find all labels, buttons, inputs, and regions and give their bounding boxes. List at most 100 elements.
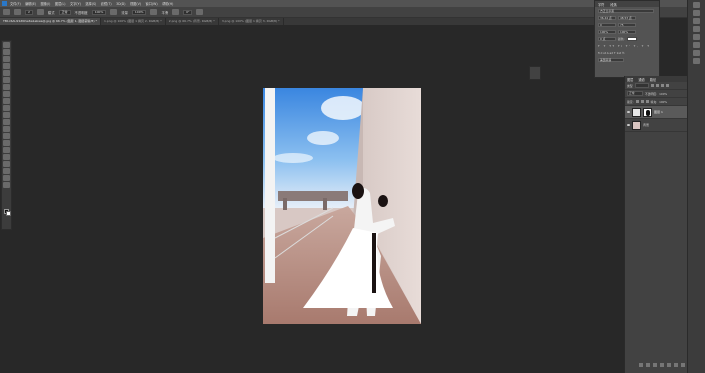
baseline-shift-field[interactable]: 0 点 [598, 36, 616, 41]
visibility-eye-icon[interactable] [627, 124, 630, 126]
tab-document-4[interactable]: 3.png @ 100% (图层 1 拷贝 3, RGB/8) * [218, 18, 284, 25]
language-select[interactable]: 美国英语 [598, 57, 624, 62]
tracking-field[interactable]: 0 [598, 22, 616, 27]
lock-pixels-icon[interactable] [635, 100, 639, 103]
tab-document-1[interactable]: TB1c6AU21ZKhw6a1ebwa@.jpg @ 66.7% (图层 1,… [0, 18, 101, 25]
horizontal-scale-field[interactable]: 100% [618, 29, 636, 34]
airbrush-icon[interactable] [150, 9, 158, 15]
history-panel-icon[interactable] [693, 2, 700, 8]
tab-character[interactable]: 字符 [598, 2, 604, 7]
menu-file[interactable]: 文件(F) [10, 1, 21, 6]
move-tool-icon[interactable] [3, 42, 10, 48]
kerning-field[interactable]: 75 [618, 22, 636, 27]
layer-mask-thumbnail[interactable] [643, 107, 652, 117]
eyedropper-tool-icon[interactable] [3, 77, 10, 83]
menu-layer[interactable]: 图层(L) [55, 1, 66, 6]
adjustment-layer-icon[interactable] [660, 363, 664, 367]
menu-view[interactable]: 视图(V) [130, 1, 141, 6]
delete-layer-icon[interactable] [681, 363, 685, 367]
menu-window[interactable]: 窗口(W) [146, 1, 158, 6]
menu-filter[interactable]: 滤镜(T) [101, 1, 112, 6]
add-mask-icon[interactable] [653, 363, 657, 367]
new-group-icon[interactable] [667, 363, 671, 367]
flow-field[interactable]: 100% [131, 9, 147, 15]
tab-document-2[interactable]: 1.png @ 100% (图层 1 拷贝 2, RGB/8) * [100, 18, 166, 25]
healing-brush-tool-icon[interactable] [3, 84, 10, 90]
character-panel-icon[interactable] [693, 58, 700, 64]
adjustments-panel-icon[interactable] [693, 18, 700, 24]
marquee-tool-icon[interactable] [3, 49, 10, 55]
eraser-tool-icon[interactable] [3, 112, 10, 118]
tab-layers[interactable]: 图层 [627, 77, 633, 82]
fill-value[interactable]: 100% [659, 100, 667, 104]
layer-row-layer-1[interactable]: 图层 1 [625, 106, 687, 119]
menu-3d[interactable]: 3D(D) [116, 2, 125, 6]
edit-toolbar-icon[interactable] [3, 182, 10, 188]
vertical-scale-field[interactable]: 100% [598, 29, 616, 34]
menu-help[interactable]: 帮助(H) [162, 1, 173, 6]
tab-channels[interactable]: 通道 [638, 77, 644, 82]
canvas-image[interactable] [263, 88, 421, 324]
tab-paragraph[interactable]: 段落 [610, 2, 616, 7]
opacity-field[interactable]: 100% [91, 9, 107, 15]
new-layer-icon[interactable] [674, 363, 678, 367]
font-size-field[interactable]: 36.44 点 [598, 15, 616, 20]
gradient-tool-icon[interactable] [3, 119, 10, 125]
filter-shape-icon[interactable] [665, 84, 669, 87]
brush-panel-icon[interactable] [36, 9, 44, 15]
filter-kind-select[interactable] [634, 83, 649, 88]
pressure-opacity-icon[interactable] [110, 9, 118, 15]
quick-select-tool-icon[interactable] [3, 63, 10, 69]
brush-tool-icon[interactable] [3, 91, 10, 97]
color-panel-icon[interactable] [693, 42, 700, 48]
menu-edit[interactable]: 编辑(E) [25, 1, 36, 6]
brush-size-field[interactable]: 2 [25, 9, 33, 15]
clone-stamp-tool-icon[interactable] [3, 98, 10, 104]
properties-panel-icon[interactable] [693, 26, 700, 32]
crop-tool-icon[interactable] [3, 70, 10, 76]
swatches-panel-icon[interactable] [693, 34, 700, 40]
layer-style-icon[interactable] [646, 363, 650, 367]
tools-panel [1, 40, 12, 230]
leading-field[interactable]: 48.53 点 [618, 15, 636, 20]
brush-tool-icon[interactable] [3, 9, 10, 15]
lasso-tool-icon[interactable] [3, 56, 10, 62]
blend-mode-select[interactable]: 正常 [627, 91, 643, 96]
tab-document-3[interactable]: 2.png @ 66.7% (背景, RGB/8) * [165, 18, 219, 25]
menu-type[interactable]: 文字(Y) [70, 1, 81, 6]
lock-position-icon[interactable] [640, 100, 644, 103]
text-color-swatch[interactable] [626, 36, 637, 41]
opentype-buttons[interactable]: fi σ st A ad T 1st ½ [598, 51, 624, 55]
layer-row-background[interactable]: 背景 [625, 119, 687, 132]
shape-tool-icon[interactable] [3, 161, 10, 167]
filter-type-icon[interactable] [660, 84, 664, 87]
arrange-panel-icon[interactable] [529, 66, 541, 80]
pen-tool-icon[interactable] [3, 140, 10, 146]
actions-panel-icon[interactable] [693, 10, 700, 16]
font-family-field[interactable]: 方正兰亭黑 [598, 8, 654, 13]
path-select-tool-icon[interactable] [3, 154, 10, 160]
dodge-tool-icon[interactable] [3, 133, 10, 139]
angle-field[interactable]: 0° [183, 9, 193, 15]
menu-select[interactable]: 选择(S) [85, 1, 96, 6]
blur-tool-icon[interactable] [3, 126, 10, 132]
smoothing-settings-icon[interactable] [172, 9, 180, 15]
tab-paths[interactable]: 路径 [650, 77, 656, 82]
hand-tool-icon[interactable] [3, 168, 10, 174]
history-brush-tool-icon[interactable] [3, 105, 10, 111]
zoom-tool-icon[interactable] [3, 175, 10, 181]
visibility-eye-icon[interactable] [627, 111, 630, 113]
mode-select[interactable]: 正常 [58, 9, 71, 15]
symmetry-icon[interactable] [196, 9, 204, 15]
lock-all-icon[interactable] [645, 100, 649, 103]
link-layers-icon[interactable] [639, 363, 643, 367]
text-style-buttons[interactable]: T T TT Tr T' T, T T [598, 44, 650, 48]
filter-pixel-icon[interactable] [650, 84, 654, 87]
brush-preset-icon[interactable] [14, 9, 21, 15]
menu-image[interactable]: 图像(I) [41, 1, 51, 6]
background-color-swatch[interactable] [6, 211, 11, 216]
type-tool-icon[interactable] [3, 147, 10, 153]
brushes-panel-icon[interactable] [693, 50, 700, 56]
filter-adjust-icon[interactable] [655, 84, 659, 87]
layer-opacity-value[interactable]: 100% [659, 92, 667, 96]
